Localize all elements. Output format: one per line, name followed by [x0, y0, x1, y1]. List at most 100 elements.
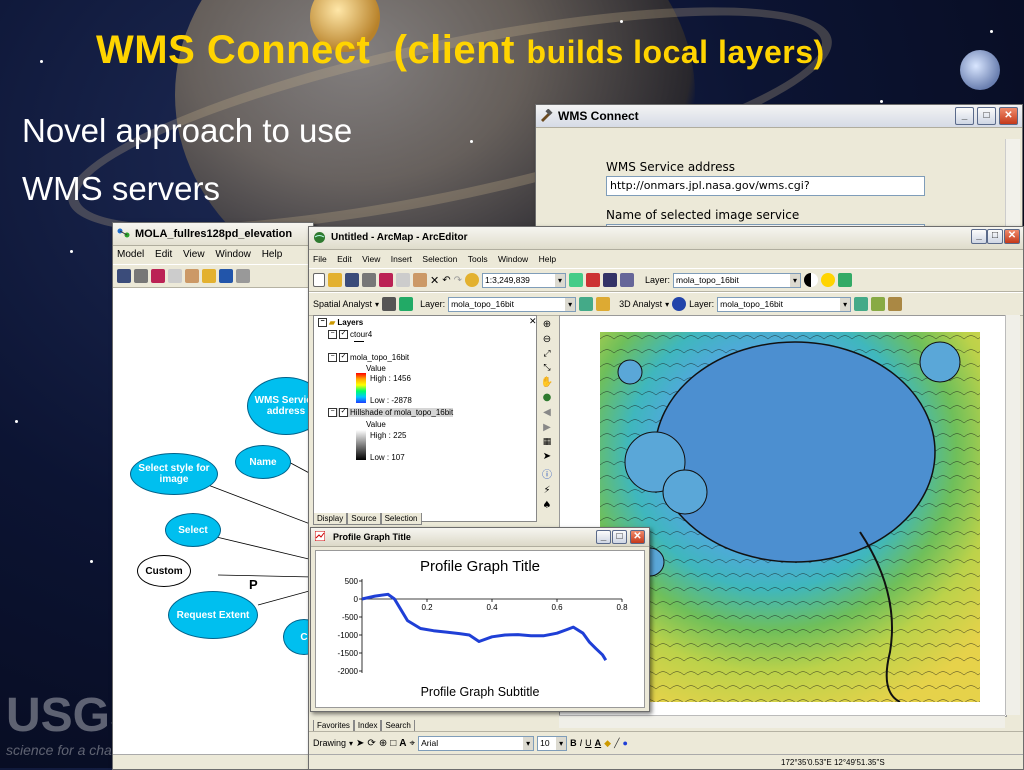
map-hscrollbar[interactable] — [559, 715, 1005, 728]
print-icon[interactable] — [134, 269, 148, 283]
slope-icon[interactable] — [596, 297, 611, 311]
model-hscrollbar[interactable] — [113, 754, 313, 769]
add-data-icon[interactable] — [202, 269, 216, 283]
surface-icon[interactable] — [579, 297, 594, 311]
scale-combo[interactable]: 1:3,249,839 — [482, 272, 566, 288]
service-address-input[interactable]: http://onmars.jpl.nasa.gov/wms.cgi? — [606, 176, 925, 196]
profile-titlebar[interactable]: Profile Graph Title _ □ ✕ — [311, 528, 649, 547]
new-icon[interactable] — [313, 273, 325, 287]
undo-icon[interactable]: ↶ — [442, 275, 450, 286]
paste-icon[interactable] — [413, 273, 427, 287]
extent-icon[interactable] — [236, 269, 250, 283]
toc-layer-mola[interactable]: − ✓ mola_topo_16bit — [328, 353, 409, 363]
zoom-out-icon[interactable]: ⊖ — [543, 334, 551, 345]
menu-edit[interactable]: Edit — [337, 254, 352, 264]
node-select[interactable]: Select — [165, 513, 221, 547]
grid-icon[interactable] — [219, 269, 233, 283]
close-button[interactable]: ✕ — [999, 107, 1018, 125]
tab-display[interactable]: Display — [313, 513, 348, 525]
menu-view[interactable]: View — [362, 254, 380, 264]
menu-view[interactable]: View — [183, 249, 205, 260]
rotate-icon[interactable]: ⟳ — [367, 738, 375, 749]
tab-selection[interactable]: Selection — [380, 513, 422, 525]
menu-window[interactable]: Window — [498, 254, 528, 264]
cut-icon[interactable] — [151, 269, 165, 283]
layer-combo-3[interactable]: mola_topo_16bit — [717, 296, 852, 312]
arctoolbox-icon[interactable] — [586, 273, 600, 287]
cut-icon[interactable] — [379, 273, 393, 287]
node-custom[interactable]: Custom — [137, 555, 191, 587]
pan-icon[interactable]: ✋ — [541, 377, 553, 388]
forward-icon[interactable]: ▶ — [543, 422, 551, 433]
wms-scrollbar[interactable] — [1005, 139, 1020, 233]
zoom-whole-page-icon[interactable]: ⊕ — [379, 738, 387, 749]
arcmap-maximize-button[interactable]: □ — [987, 229, 1003, 244]
save-icon[interactable] — [117, 269, 131, 283]
command-line-icon[interactable] — [603, 273, 617, 287]
select-arrow-icon[interactable]: ➤ — [356, 738, 364, 749]
maximize-button[interactable]: □ — [977, 107, 996, 125]
select-features-icon[interactable]: ▦ — [543, 437, 552, 447]
delete-icon[interactable]: ✕ — [430, 274, 439, 287]
identify-icon[interactable]: ⓘ — [542, 466, 552, 481]
help-icon[interactable] — [620, 273, 634, 287]
fixed-zoom-out-icon[interactable]: ⤡ — [543, 363, 550, 373]
zoom-in-icon[interactable]: ⊕ — [543, 319, 551, 330]
map-vscrollbar[interactable] — [1005, 315, 1020, 715]
new-text-icon[interactable]: A — [399, 738, 406, 749]
menu-file[interactable]: File — [313, 254, 327, 264]
hyperlink-icon[interactable]: ⚡ — [543, 485, 550, 496]
layer-combo-2[interactable]: mola_topo_16bit — [448, 296, 577, 312]
fill-color-icon[interactable]: ◆ — [604, 738, 611, 749]
menu-window[interactable]: Window — [215, 249, 251, 260]
font-size-combo[interactable]: 10 — [537, 735, 568, 751]
arcmap-close-button[interactable]: ✕ — [1004, 229, 1020, 244]
paste-icon[interactable] — [185, 269, 199, 283]
layer-combo[interactable]: mola_topo_16bit — [673, 272, 802, 288]
copy-icon[interactable] — [396, 273, 410, 287]
font-color-icon[interactable]: A — [595, 738, 602, 748]
profile-icon[interactable] — [888, 297, 903, 311]
bold-button[interactable]: B — [570, 738, 577, 748]
minimize-button[interactable]: _ — [955, 107, 974, 125]
copy-icon[interactable] — [168, 269, 182, 283]
menu-edit[interactable]: Edit — [155, 249, 172, 260]
menu-help[interactable]: Help — [539, 254, 556, 264]
add-data-icon[interactable] — [465, 273, 479, 287]
toc-close-icon[interactable]: ✕ — [529, 316, 537, 327]
menu-tools[interactable]: Tools — [468, 254, 488, 264]
select-elements-icon[interactable]: ➤ — [543, 451, 551, 462]
node-request-extent[interactable]: Request Extent — [168, 591, 258, 639]
3d-analyst-menu[interactable]: 3D Analyst — [619, 299, 662, 309]
italic-button[interactable]: I — [580, 738, 583, 748]
contour-icon[interactable] — [382, 297, 397, 311]
marker-color-icon[interactable]: ● — [622, 738, 627, 748]
profile-maximize-button[interactable]: □ — [612, 530, 627, 544]
spatial-analyst-menu[interactable]: Spatial Analyst — [313, 299, 372, 309]
menu-insert[interactable]: Insert — [391, 254, 412, 264]
find-icon[interactable]: ♠ — [543, 500, 552, 511]
font-combo[interactable]: Arial — [418, 735, 535, 751]
back-icon[interactable]: ◀ — [543, 407, 551, 418]
tab-source[interactable]: Source — [347, 513, 381, 525]
arcmap-minimize-button[interactable]: _ — [971, 229, 987, 244]
save-icon[interactable] — [345, 273, 359, 287]
fixed-zoom-in-icon[interactable]: ⤢ — [543, 349, 550, 359]
redo-icon[interactable]: ↷ — [454, 275, 462, 286]
steepest-path-icon[interactable] — [871, 297, 886, 311]
node-name[interactable]: Name — [235, 445, 291, 479]
profile-close-button[interactable]: ✕ — [630, 530, 645, 544]
toc-root[interactable]: − ▰ Layers — [318, 318, 363, 328]
drawing-menu[interactable]: Drawing — [313, 738, 346, 748]
underline-button[interactable]: U — [585, 738, 592, 748]
histogram-icon[interactable] — [399, 297, 414, 311]
print-icon[interactable] — [362, 273, 376, 287]
rectangle-icon[interactable]: □ — [390, 738, 396, 749]
profile-minimize-button[interactable]: _ — [596, 530, 611, 544]
3d-surface-icon[interactable] — [854, 297, 869, 311]
full-extent-icon[interactable]: ● — [543, 392, 552, 403]
toc-layer-ctour4[interactable]: − ✓ ctour4 — [328, 330, 372, 340]
edit-vertices-icon[interactable]: ⌖ — [409, 738, 415, 749]
arcmap-titlebar[interactable]: Untitled - ArcMap - ArcEditor _ □ ✕ — [309, 227, 1023, 250]
transparency-icon[interactable] — [838, 273, 853, 287]
